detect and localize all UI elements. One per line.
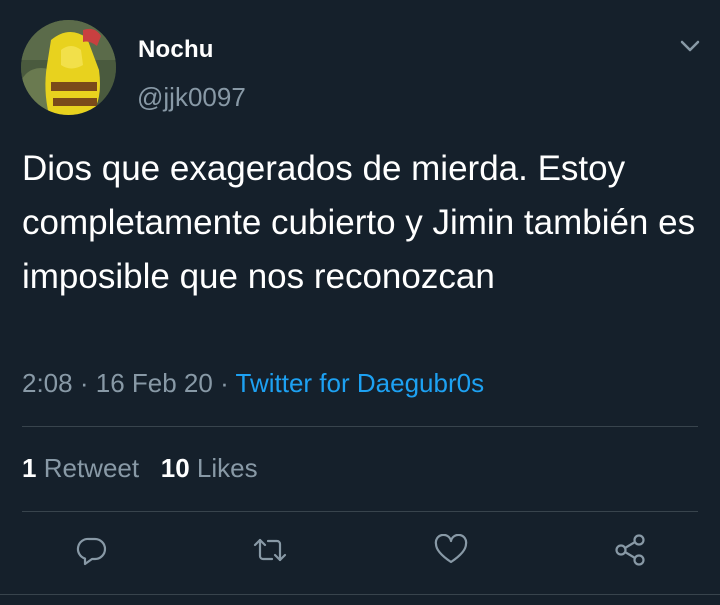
retweet-button[interactable]	[248, 528, 292, 572]
retweets-count: 1	[22, 453, 37, 483]
tweet-header: Nochu @jjk0097	[0, 0, 720, 130]
likes-stat[interactable]: 10 Likes	[161, 453, 258, 483]
divider	[22, 511, 698, 512]
meta-separator: ·	[220, 368, 229, 398]
heart-icon	[434, 534, 468, 564]
avatar-image	[21, 20, 116, 115]
tweet-source-link[interactable]: Twitter for Daegubr0s	[236, 368, 485, 398]
tweet-stats: 1 Retweet 10 Likes	[22, 453, 258, 484]
tweet-detail: Nochu @jjk0097 Dios que exagerados de mi…	[0, 0, 720, 605]
divider	[0, 594, 720, 595]
like-button[interactable]	[429, 528, 473, 572]
tweet-time: 2:08	[22, 368, 73, 398]
display-name[interactable]: Nochu	[138, 36, 214, 64]
retweets-stat[interactable]: 1 Retweet	[22, 453, 139, 483]
divider	[22, 426, 698, 427]
tweet-meta: 2:08 · 16 Feb 20 · Twitter for Daegubr0s	[22, 368, 484, 399]
tweet-text: Dios que exagerados de mierda. Estoy com…	[22, 149, 696, 296]
meta-separator: ·	[79, 368, 89, 398]
reply-icon	[76, 537, 107, 566]
avatar[interactable]	[21, 20, 116, 115]
user-handle[interactable]: @jjk0097	[137, 82, 246, 113]
retweet-icon	[253, 538, 287, 562]
tweet-date: 16 Feb 20	[95, 368, 213, 398]
share-button[interactable]	[608, 528, 652, 572]
likes-count: 10	[160, 453, 190, 483]
likes-label: Likes	[196, 453, 258, 483]
reply-button[interactable]	[70, 528, 114, 572]
tweet-actions	[0, 528, 720, 572]
share-icon	[615, 534, 645, 566]
retweets-label: Retweet	[43, 453, 140, 483]
chevron-down-icon[interactable]	[676, 34, 704, 58]
